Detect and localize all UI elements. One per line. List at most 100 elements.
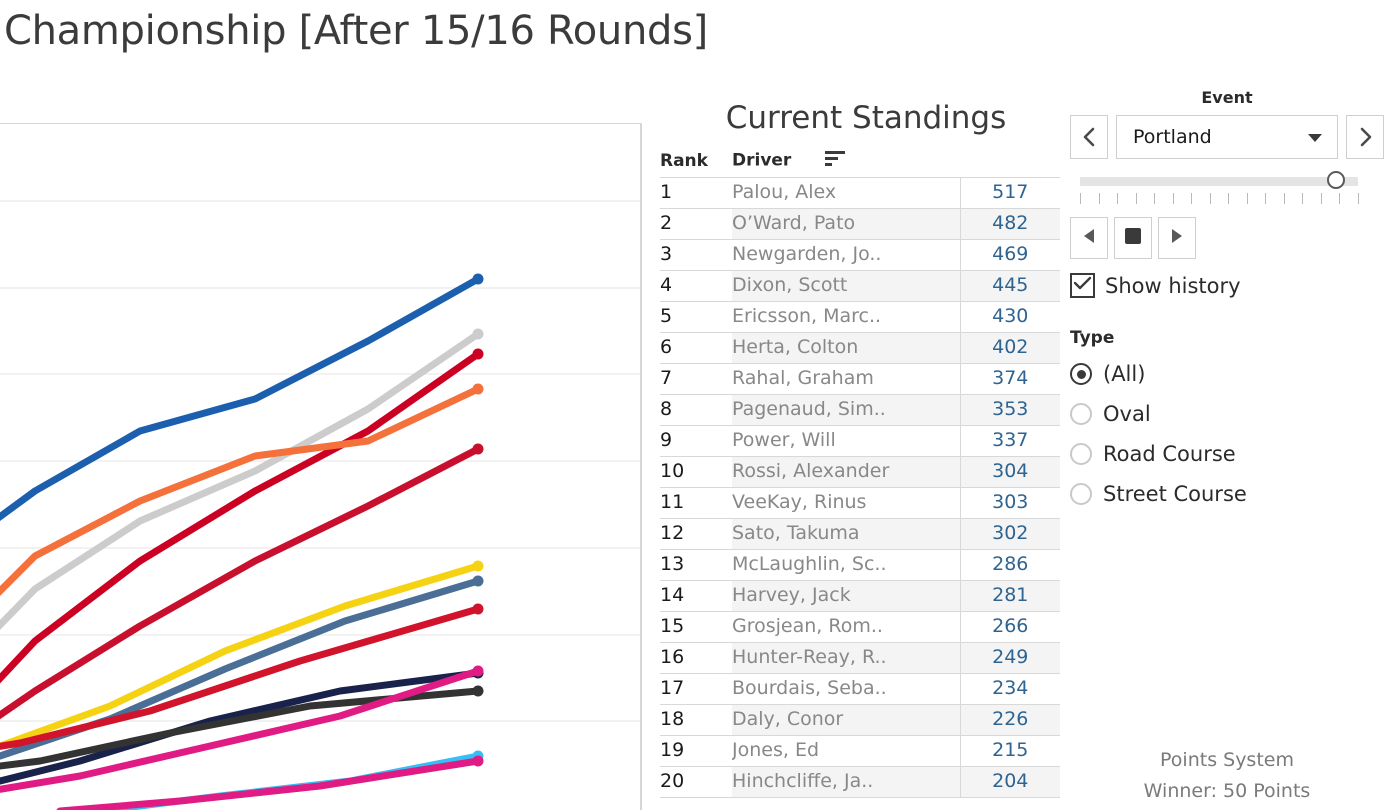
slider-track[interactable] — [1080, 177, 1358, 186]
show-history-label: Show history — [1105, 273, 1241, 298]
chart-series-endpoint[interactable] — [472, 443, 484, 455]
cell-points: 430 — [960, 301, 1060, 333]
table-row[interactable]: 12 Sato, Takuma 302 — [660, 518, 1060, 550]
table-row[interactable]: 8 Pagenaud, Sim.. 353 — [660, 394, 1060, 426]
table-row[interactable]: 18 Daly, Conor 226 — [660, 704, 1060, 736]
chart-series-line[interactable] — [0, 667, 482, 810]
standings-title: Current Standings — [725, 100, 1007, 136]
table-row[interactable]: 20 Hinchcliffe, Ja.. 204 — [660, 766, 1060, 798]
table-row[interactable]: 11 VeeKay, Rinus 303 — [660, 487, 1060, 519]
slider-tick — [1098, 193, 1100, 204]
chart-series-endpoint[interactable] — [472, 685, 484, 697]
radio-icon[interactable] — [1070, 443, 1092, 465]
cell-points: 234 — [960, 673, 1060, 705]
radio-icon[interactable] — [1070, 403, 1092, 425]
table-row[interactable]: 6 Herta, Colton 402 — [660, 332, 1060, 364]
slider-tick — [1117, 193, 1119, 204]
event-slider[interactable] — [1080, 171, 1358, 189]
cell-driver: VeeKay, Rinus — [732, 487, 961, 519]
playback-controls — [1070, 217, 1384, 259]
chart-series-endpoint[interactable] — [472, 328, 484, 340]
cell-driver: McLaughlin, Sc.. — [732, 549, 961, 581]
radio-icon[interactable] — [1070, 483, 1092, 505]
chart-series-endpoint[interactable] — [472, 755, 484, 767]
table-row[interactable]: 16 Hunter-Reay, R.. 249 — [660, 642, 1060, 674]
cell-rank: 10 — [660, 456, 732, 488]
sort-descending-icon[interactable] — [825, 150, 847, 171]
type-option-streetcourse[interactable]: Street Course — [1070, 474, 1384, 514]
slider-tick — [1209, 193, 1211, 204]
cell-rank: 5 — [660, 301, 732, 333]
slider-tick — [1320, 193, 1322, 204]
type-options-list: (All) Oval Road Course Street Course — [1070, 354, 1384, 514]
previous-event-button[interactable] — [1070, 115, 1108, 159]
chart-series-endpoint[interactable] — [472, 665, 484, 677]
table-row[interactable]: 9 Power, Will 337 — [660, 425, 1060, 457]
chart-series-endpoint[interactable] — [472, 560, 484, 572]
event-dropdown[interactable]: Portland — [1116, 115, 1338, 159]
column-header-rank[interactable]: Rank — [660, 150, 732, 178]
chart-series-endpoint[interactable] — [472, 383, 484, 395]
chevron-down-icon[interactable] — [1307, 128, 1323, 147]
slider-tick — [1302, 193, 1304, 204]
cell-points: 204 — [960, 766, 1060, 798]
table-row[interactable]: 10 Rossi, Alexander 304 — [660, 456, 1060, 488]
column-header-driver[interactable]: Driver — [732, 150, 960, 178]
slider-tick — [1191, 193, 1193, 204]
table-row[interactable]: 19 Jones, Ed 215 — [660, 735, 1060, 767]
table-row[interactable]: 7 Rahal, Graham 374 — [660, 363, 1060, 395]
table-row[interactable]: 15 Grosjean, Rom.. 266 — [660, 611, 1060, 643]
table-row[interactable]: 4 Dixon, Scott 445 — [660, 270, 1060, 302]
table-row[interactable]: 1 Palou, Alex 517 — [660, 177, 1060, 209]
column-header-points[interactable] — [960, 150, 1060, 178]
cell-rank: 17 — [660, 673, 732, 705]
show-history-row[interactable]: Show history — [1070, 273, 1384, 298]
step-back-button[interactable] — [1070, 217, 1108, 259]
next-event-button[interactable] — [1346, 115, 1384, 159]
cell-points: 304 — [960, 456, 1060, 488]
show-history-checkbox[interactable] — [1070, 273, 1095, 298]
step-forward-button[interactable] — [1158, 217, 1196, 259]
championship-line-chart[interactable] — [0, 123, 642, 810]
event-selected-value: Portland — [1133, 126, 1212, 148]
cell-points: 303 — [960, 487, 1060, 519]
cell-rank: 16 — [660, 642, 732, 674]
table-row[interactable]: 17 Bourdais, Seba.. 234 — [660, 673, 1060, 705]
step-forward-icon — [1170, 228, 1184, 248]
cell-rank: 14 — [660, 580, 732, 612]
table-row[interactable]: 5 Ericsson, Marc.. 430 — [660, 301, 1060, 333]
stop-button[interactable] — [1114, 217, 1152, 259]
cell-driver: Palou, Alex — [732, 177, 961, 209]
cell-driver: Rossi, Alexander — [732, 456, 961, 488]
cell-rank: 11 — [660, 487, 732, 519]
chart-series-endpoint[interactable] — [472, 348, 484, 360]
cell-points: 374 — [960, 363, 1060, 395]
chart-series-endpoint[interactable] — [472, 273, 484, 285]
points-system-title: Points System — [1160, 749, 1294, 771]
table-row[interactable]: 3 Newgarden, Jo.. 469 — [660, 239, 1060, 271]
cell-points: 215 — [960, 735, 1060, 767]
event-filter-label: Event — [1201, 88, 1253, 107]
cell-driver: Herta, Colton — [732, 332, 961, 364]
type-option-label: Road Course — [1103, 442, 1236, 466]
table-row[interactable]: 14 Harvey, Jack 281 — [660, 580, 1060, 612]
slider-tick — [1172, 193, 1174, 204]
table-row[interactable]: 13 McLaughlin, Sc.. 286 — [660, 549, 1060, 581]
cell-rank: 20 — [660, 766, 732, 798]
cell-rank: 6 — [660, 332, 732, 364]
table-row[interactable]: 2 O’Ward, Pato 482 — [660, 208, 1060, 240]
type-option-oval[interactable]: Oval — [1070, 394, 1384, 434]
radio-icon[interactable] — [1070, 363, 1092, 385]
type-option-label: Street Course — [1103, 482, 1247, 506]
chart-series-endpoint[interactable] — [472, 603, 484, 615]
slider-tick — [1283, 193, 1285, 204]
chart-series-endpoint[interactable] — [472, 575, 484, 587]
slider-handle[interactable] — [1327, 171, 1345, 189]
type-option-label: (All) — [1103, 362, 1146, 386]
type-option-roadcourse[interactable]: Road Course — [1070, 434, 1384, 474]
cell-rank: 15 — [660, 611, 732, 643]
cell-driver: Bourdais, Seba.. — [732, 673, 961, 705]
slider-tick — [1358, 193, 1359, 204]
type-option-all[interactable]: (All) — [1070, 354, 1384, 394]
slider-tick — [1080, 193, 1081, 204]
